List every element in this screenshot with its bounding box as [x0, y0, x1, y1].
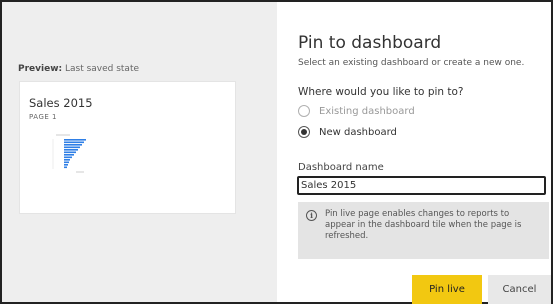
- existing-dashboard-label: Existing dashboard: [319, 105, 415, 117]
- report-title: Sales 2015: [29, 96, 93, 110]
- report-thumbnail-chart: [52, 134, 86, 173]
- pin-location-question: Where would you like to pin to?: [298, 86, 464, 98]
- dialog-title: Pin to dashboard: [298, 33, 442, 53]
- pin-live-info-box: i Pin live page enables changes to repor…: [298, 202, 549, 259]
- preview-caption: Preview: Last saved state: [18, 64, 139, 74]
- pin-live-info-text: Pin live page enables changes to reports…: [325, 209, 522, 241]
- pin-live-button[interactable]: Pin live: [412, 275, 482, 304]
- new-dashboard-option[interactable]: New dashboard: [298, 124, 397, 140]
- new-dashboard-radio[interactable]: [298, 126, 310, 138]
- preview-pane: Preview: Last saved state Sales 2015 PAG…: [2, 2, 277, 302]
- dashboard-name-label: Dashboard name: [298, 162, 384, 173]
- preview-caption-state: Last saved state: [62, 64, 140, 74]
- pin-to-dashboard-dialog: Preview: Last saved state Sales 2015 PAG…: [0, 0, 553, 304]
- dialog-subtitle: Select an existing dashboard or create a…: [298, 58, 525, 68]
- cancel-button[interactable]: Cancel: [488, 275, 551, 304]
- pin-options-pane: Pin to dashboard Select an existing dash…: [277, 2, 553, 304]
- dashboard-name-input[interactable]: [297, 176, 546, 195]
- new-dashboard-label: New dashboard: [319, 126, 397, 138]
- report-preview-card: Sales 2015 PAGE 1: [19, 81, 236, 214]
- preview-caption-label: Preview:: [18, 64, 63, 74]
- info-icon: i: [306, 210, 317, 221]
- thumbnail-bars: [64, 139, 86, 169]
- existing-dashboard-option[interactable]: Existing dashboard: [298, 103, 415, 119]
- report-page-label: PAGE 1: [29, 113, 57, 121]
- existing-dashboard-radio[interactable]: [298, 105, 310, 117]
